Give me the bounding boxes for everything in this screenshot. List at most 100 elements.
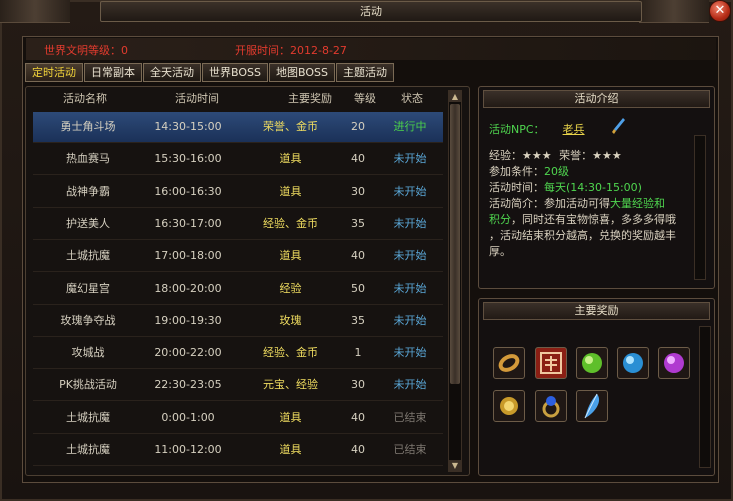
activity-time: 11:00-12:00 xyxy=(154,443,222,456)
ring-icon[interactable] xyxy=(493,347,525,379)
activity-name: 魔幻星宫 xyxy=(66,281,110,295)
activity-time: 14:30-15:00 xyxy=(154,120,222,133)
activity-name: 玫瑰争夺战 xyxy=(60,313,116,327)
npc-sword-icon xyxy=(611,117,627,138)
scroll-up-icon[interactable]: ▲ xyxy=(449,91,461,102)
scroll-down-icon[interactable]: ▼ xyxy=(449,460,461,471)
activity-reward: 经验、金币 xyxy=(263,216,318,230)
activity-time: 16:00-16:30 xyxy=(154,184,222,198)
desc-1: 参加活动可得 xyxy=(544,197,610,210)
honor-stars: ★★★ xyxy=(592,149,622,162)
activity-level: 40 xyxy=(351,249,365,263)
close-button[interactable]: ✕ xyxy=(709,0,731,22)
condition-line: 参加条件：20级 xyxy=(489,163,569,179)
header-level: 等级 xyxy=(354,92,376,105)
exp-stars: ★★★ xyxy=(522,149,552,162)
rewards-scrollbar[interactable] xyxy=(699,326,711,468)
exp-label: 经验： xyxy=(489,149,522,162)
activity-reward: 道具 xyxy=(279,443,302,456)
activity-reward: 道具 xyxy=(279,249,302,263)
desc-line-1: 活动简介：参加活动可得大量经验和 xyxy=(489,195,665,211)
list-scrollbar[interactable]: ▲ ▼ xyxy=(448,90,462,472)
desc-line-3: ，活动结束积分越高，兑换的奖励越丰 xyxy=(489,227,676,243)
table-row[interactable]: 土城抗魔 11:00-12:00 道具 40 已结束 xyxy=(33,435,443,466)
time-label: 活动时间： xyxy=(489,181,544,194)
desc-2: ，同时还有宝物惊喜，多多多得哦 xyxy=(511,213,676,226)
table-row[interactable]: 攻城战 20:00-22:00 经验、金币 1 未开始 xyxy=(33,338,443,370)
tab-world-boss[interactable]: 世界BOSS xyxy=(202,63,268,82)
table-row[interactable]: 土城抗魔 17:00-18:00 道具 40 未开始 xyxy=(33,241,443,273)
blue-feather-icon[interactable] xyxy=(576,390,608,422)
table-row[interactable]: 土城抗魔 0:00-1:00 道具 40 已结束 xyxy=(33,403,443,434)
activity-status: 未开始 xyxy=(393,313,427,327)
table-row[interactable]: 魔幻星宫 18:00-20:00 经验 50 未开始 xyxy=(33,274,443,305)
green-orb-icon[interactable] xyxy=(576,347,608,379)
table-row[interactable]: 护送美人 16:30-17:00 经验、金币 35 未开始 xyxy=(33,209,443,240)
activity-status: 未开始 xyxy=(393,152,427,166)
activity-level: 1 xyxy=(354,346,362,360)
purple-orb-icon[interactable] xyxy=(658,347,690,379)
desc-line-2: 积分，同时还有宝物惊喜，多多多得哦 xyxy=(489,211,676,227)
npc-line: 活动NPC： 老兵 xyxy=(489,118,625,137)
seal-icon[interactable] xyxy=(535,347,567,379)
activity-reward: 道具 xyxy=(279,152,302,166)
activity-level: 30 xyxy=(351,378,365,392)
activity-level: 40 xyxy=(351,152,365,166)
scroll-thumb[interactable] xyxy=(450,104,460,384)
world-level-label: 世界文明等级：0 xyxy=(44,44,128,57)
activity-reward: 经验、金币 xyxy=(263,346,318,360)
corner-ornament-left xyxy=(0,0,70,23)
header-status: 状态 xyxy=(401,92,423,105)
table-header: 活动名称 活动时间 主要奖励 等级 状态 xyxy=(25,90,450,107)
activity-level: 35 xyxy=(351,216,365,230)
activity-time: 16:30-17:00 xyxy=(154,216,222,230)
activity-level: 35 xyxy=(351,313,365,327)
gold-medal-icon[interactable] xyxy=(493,390,525,422)
table-row[interactable]: 热血赛马 15:30-16:00 道具 40 未开始 xyxy=(33,144,443,176)
activity-reward: 玫瑰 xyxy=(279,313,302,327)
time-line: 活动时间：每天(14:30-15:00) xyxy=(489,179,642,195)
activity-name: 攻城战 xyxy=(71,346,105,360)
close-icon: ✕ xyxy=(714,3,726,18)
tab-theme[interactable]: 主题活动 xyxy=(335,63,394,82)
corner-ornament-right xyxy=(639,0,709,23)
tab-allday[interactable]: 全天活动 xyxy=(143,63,201,82)
tab-daily-dungeon[interactable]: 日常副本 xyxy=(84,63,142,82)
info-bar xyxy=(26,38,716,60)
activity-name: PK挑战活动 xyxy=(59,378,117,392)
table-row[interactable]: PK挑战活动 22:30-23:05 元宝、经验 30 未开始 xyxy=(33,370,443,402)
activity-level: 40 xyxy=(351,410,365,424)
desc-label: 活动简介： xyxy=(489,197,544,210)
intro-scrollbar[interactable] xyxy=(694,135,706,280)
intro-title: 活动介绍 xyxy=(483,90,710,108)
desc-line-4: 厚。 xyxy=(489,243,511,259)
activity-status: 未开始 xyxy=(393,249,427,263)
activity-reward: 经验 xyxy=(279,281,302,295)
activity-status: 未开始 xyxy=(393,216,427,230)
activity-reward: 元宝、经验 xyxy=(263,378,318,392)
table-row[interactable]: 玫瑰争夺战 19:00-19:30 玫瑰 35 未开始 xyxy=(33,306,443,337)
activity-time: 19:00-19:30 xyxy=(154,313,222,327)
sapphire-ring-icon[interactable] xyxy=(535,390,567,422)
desc-4: 厚。 xyxy=(489,245,511,258)
table-row[interactable]: 勇士角斗场 14:30-15:00 荣誉、金币 20 进行中 xyxy=(33,112,443,143)
activity-level: 30 xyxy=(351,184,365,198)
activity-reward: 道具 xyxy=(279,410,302,424)
server-open-label: 开服时间：2012-8-27 xyxy=(235,44,347,57)
tab-map-boss[interactable]: 地图BOSS xyxy=(268,63,335,82)
desc-hl1: 大量经验和 xyxy=(610,197,665,210)
blue-orb-icon[interactable] xyxy=(617,347,649,379)
activity-reward: 道具 xyxy=(279,184,302,198)
tab-timed[interactable]: 定时活动 xyxy=(25,63,83,82)
activity-status: 未开始 xyxy=(393,346,427,360)
honor-label: 荣誉： xyxy=(559,149,593,162)
activity-name: 土城抗魔 xyxy=(66,410,110,424)
table-row[interactable]: 战神争霸 16:00-16:30 道具 30 未开始 xyxy=(33,177,443,208)
time-value: 每天(14:30-15:00) xyxy=(544,181,642,194)
desc-3: ，活动结束积分越高，兑换的奖励越丰 xyxy=(489,229,676,242)
npc-name-link[interactable]: 老兵 xyxy=(563,123,585,136)
intro-panel: 活动介绍 活动NPC： 老兵 经验：★★★ 荣誉：★★★ 参加条件：20级 活动时… xyxy=(478,86,715,289)
cond-label: 参加条件： xyxy=(489,165,544,178)
activity-time: 17:00-18:00 xyxy=(154,249,222,263)
activity-time: 22:30-23:05 xyxy=(154,378,222,392)
